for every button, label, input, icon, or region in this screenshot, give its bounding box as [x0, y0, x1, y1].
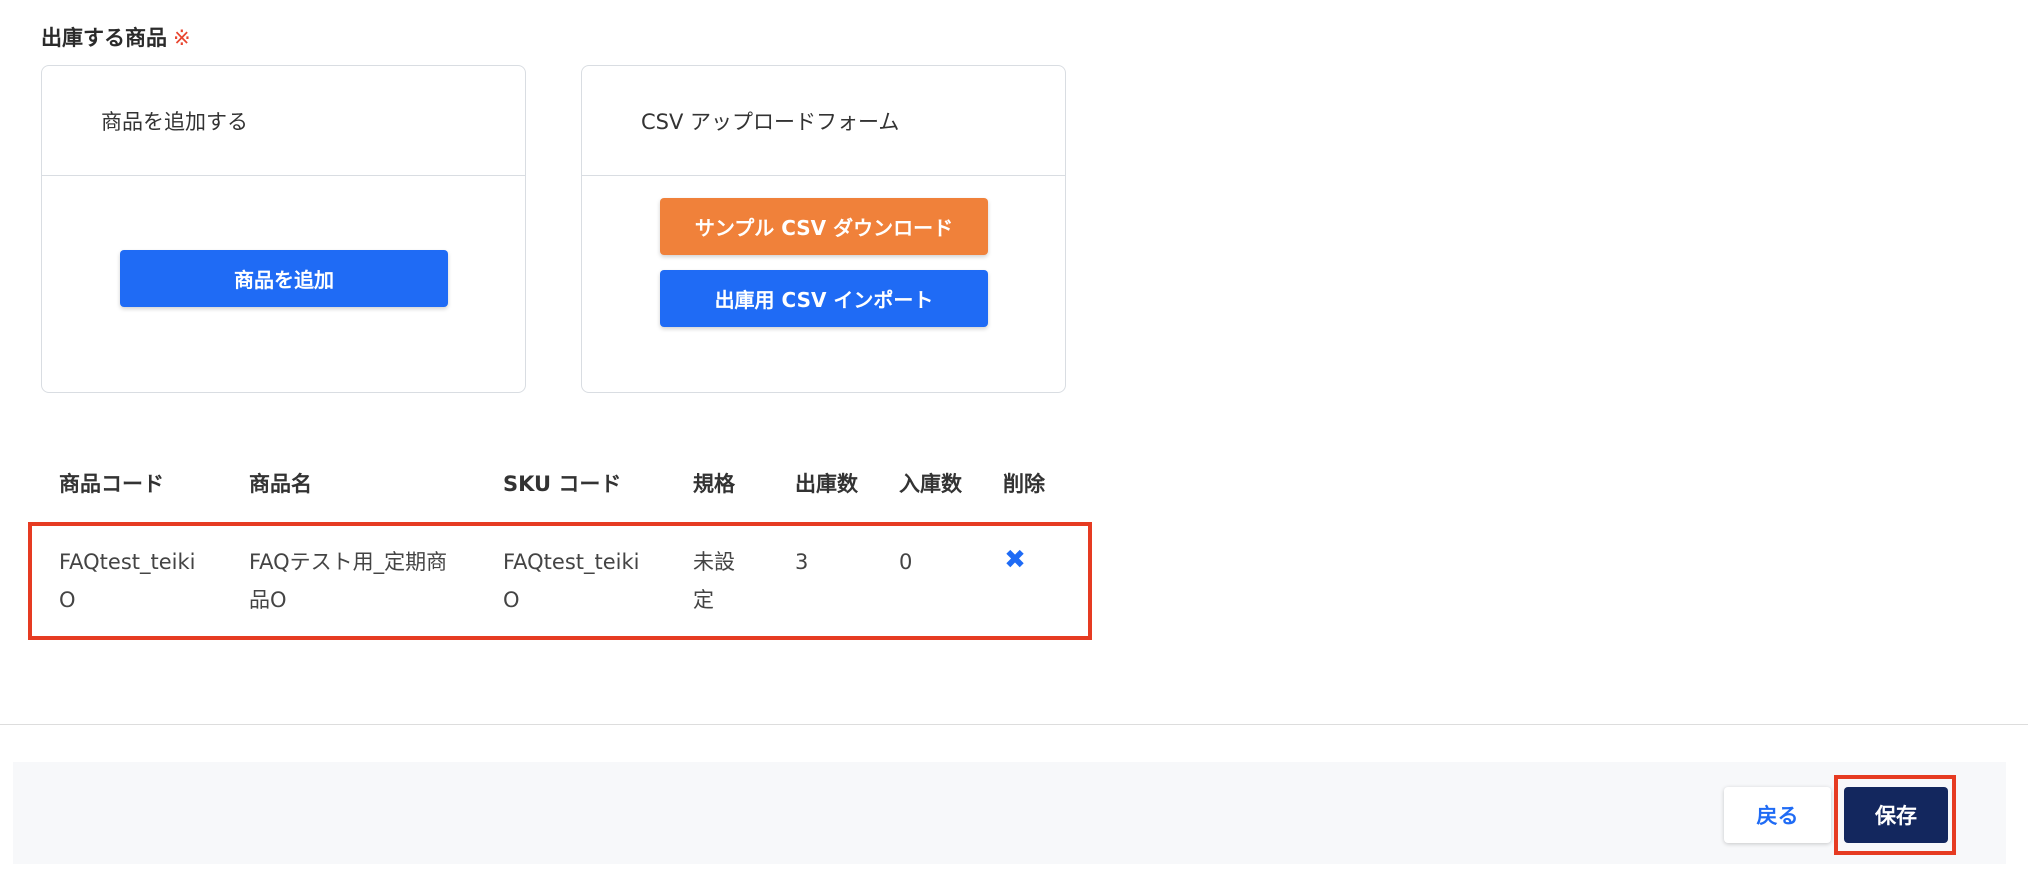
- save-button[interactable]: 保存: [1844, 787, 1948, 843]
- back-button[interactable]: 戻る: [1724, 787, 1831, 843]
- divider: [0, 724, 2028, 725]
- col-header-in-qty: 入庫数: [899, 472, 962, 496]
- footer-bar: [13, 762, 2006, 864]
- csv-import-button[interactable]: 出庫用 CSV インポート: [660, 270, 988, 327]
- section-title-text: 出庫する商品: [41, 26, 167, 50]
- row-highlight-annotation: [28, 522, 1092, 640]
- section-title: 出庫する商品 ※: [41, 22, 191, 52]
- col-header-product-name: 商品名: [249, 472, 312, 496]
- col-header-product-code: 商品コード: [59, 472, 164, 496]
- csv-upload-card-header: CSV アップロードフォーム: [582, 66, 1065, 176]
- add-product-button[interactable]: 商品を追加: [120, 250, 448, 307]
- col-header-sku-code: SKU コード: [503, 472, 622, 496]
- sample-csv-download-button[interactable]: サンプル CSV ダウンロード: [660, 198, 988, 255]
- col-header-spec: 規格: [693, 472, 735, 496]
- col-header-delete: 削除: [1003, 472, 1045, 496]
- col-header-out-qty: 出庫数: [795, 472, 858, 496]
- required-mark: ※: [173, 26, 191, 50]
- add-product-card-header: 商品を追加する: [42, 66, 525, 176]
- add-product-card: 商品を追加する: [41, 65, 526, 393]
